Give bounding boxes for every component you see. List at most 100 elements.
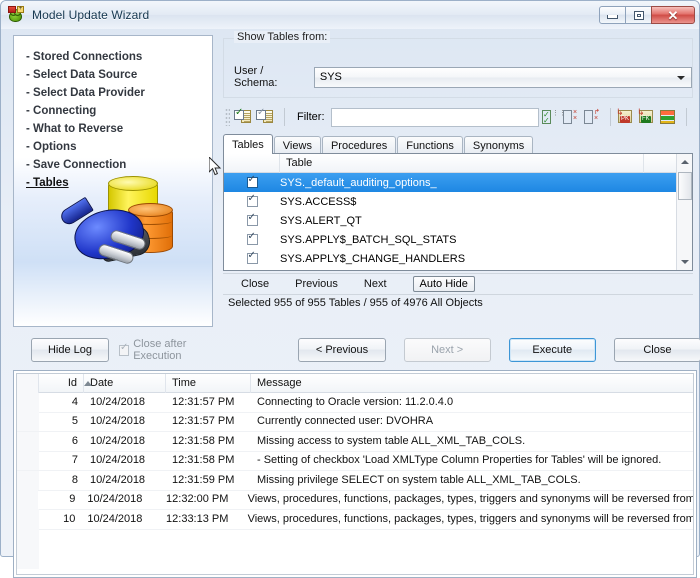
tab-tables[interactable]: Tables: [223, 134, 273, 154]
table-row[interactable]: SYS._default_auditing_options_: [224, 173, 692, 192]
log-row[interactable]: 5 10/24/2018 12:31:57 PM Currently conne…: [17, 412, 693, 432]
wizard-action-bar: Hide Log Close after Execution < Previou…: [9, 332, 700, 368]
log-row-time: 12:31:58 PM: [172, 454, 235, 467]
dock-previous-link[interactable]: Previous: [295, 278, 338, 290]
previous-button[interactable]: < Previous: [298, 338, 386, 362]
caret-down-icon: [681, 260, 689, 264]
wizard-top-section: - Stored Connections - Select Data Sourc…: [9, 31, 700, 330]
row-checkbox-cell[interactable]: [224, 231, 280, 245]
row-checkbox[interactable]: [246, 231, 258, 245]
table-row[interactable]: SYS.ACCESS$: [224, 192, 692, 211]
column-header-table[interactable]: Table: [280, 153, 644, 173]
log-row-gutter: [17, 509, 39, 570]
log-row-date: 10/24/2018: [90, 473, 146, 486]
close-after-execution-label: Close after Execution: [133, 338, 187, 362]
invert-selection-icon[interactable]: ↱ ×: [583, 108, 601, 126]
log-header-message[interactable]: Message: [251, 374, 693, 393]
log-row[interactable]: 7 10/24/2018 12:31:58 PM - Setting of ch…: [17, 451, 693, 471]
log-row[interactable]: 6 10/24/2018 12:31:58 PM Missing access …: [17, 431, 693, 452]
row-checkbox[interactable]: [246, 174, 258, 188]
minimize-icon: [607, 15, 618, 19]
filter-input[interactable]: [330, 107, 539, 127]
minimize-button[interactable]: [599, 6, 626, 24]
log-row-date: 10/24/2018: [90, 454, 146, 467]
close-button[interactable]: Close: [613, 338, 700, 362]
auto-hide-button[interactable]: Auto Hide: [412, 275, 475, 292]
row-checkbox-cell[interactable]: [224, 212, 280, 226]
log-row-date: 10/24/2018: [87, 512, 143, 525]
log-row-id: 7: [71, 454, 78, 467]
log-row-id: 9: [69, 493, 76, 506]
row-checkbox-cell[interactable]: [224, 193, 280, 207]
execute-button[interactable]: Execute: [508, 338, 596, 362]
toolbar-separator-2: [610, 108, 611, 126]
frog-wizard-icon: +: [8, 6, 26, 24]
tables-list-scrollbar[interactable]: [676, 154, 692, 270]
log-row-message: Views, procedures, functions, packages, …: [247, 493, 693, 506]
maximize-button[interactable]: [625, 6, 652, 24]
log-row-message: Currently connected user: DVOHRA: [257, 415, 434, 428]
scroll-down-button[interactable]: [677, 254, 693, 270]
schema-row: User / Schema: SYS: [234, 65, 692, 89]
row-table-name: SYS.APPLY$_CHANGE_HANDLERS: [280, 252, 466, 265]
title-bar[interactable]: + Model Update Wizard ✕: [1, 1, 699, 29]
toolbar-grip[interactable]: [225, 108, 230, 126]
wizard-steps-panel: - Stored Connections - Select Data Sourc…: [13, 35, 213, 327]
table-row[interactable]: SYS.APPLY$_CHANGE_HANDLERS: [224, 249, 692, 268]
log-row-gutter: [17, 392, 39, 412]
table-row[interactable]: SYS.ALERT_QT: [224, 211, 692, 230]
log-row-id: 10: [63, 512, 76, 525]
tab-views[interactable]: Views: [273, 136, 321, 154]
primary-key-icon[interactable]: ↳ PK: [616, 108, 635, 126]
log-row[interactable]: 9 10/24/2018 12:32:00 PM Views, procedur…: [17, 490, 693, 510]
object-type-tabs: Tables Views Procedures Functions Synony…: [223, 134, 693, 154]
log-header-time[interactable]: Time: [166, 374, 251, 393]
log-row-time: 12:31:57 PM: [172, 415, 235, 428]
step-what-to-reverse: - What to Reverse: [26, 123, 124, 135]
row-checkbox[interactable]: [246, 193, 258, 207]
row-checkbox-cell[interactable]: [224, 250, 280, 264]
column-header-checkbox[interactable]: [224, 153, 280, 173]
uncheck-selected-icon[interactable]: [256, 107, 274, 126]
log-row-empty: [17, 509, 693, 570]
table-row[interactable]: SYS.APPLY$_BATCH_SQL_STATS: [224, 230, 692, 249]
scroll-up-button[interactable]: [677, 154, 693, 170]
row-checkbox[interactable]: [246, 250, 258, 264]
schema-combobox[interactable]: SYS: [313, 66, 692, 88]
database-plug-icon: [56, 176, 174, 266]
log-row[interactable]: 10 10/24/2018 12:33:13 PM Views, procedu…: [17, 509, 693, 530]
client-area: - Stored Connections - Select Data Sourc…: [5, 29, 700, 578]
log-header-date[interactable]: Date: [84, 374, 166, 393]
log-row[interactable]: 4 10/24/2018 12:31:57 PM Connecting to O…: [17, 392, 693, 413]
close-window-button[interactable]: ✕: [651, 6, 695, 24]
select-all-columns-icon[interactable]: ⋮⋮: [541, 108, 566, 126]
all-keys-icon[interactable]: [659, 108, 677, 126]
tab-procedures[interactable]: Procedures: [321, 136, 397, 154]
wizard-steps-list: - Stored Connections - Select Data Sourc…: [14, 36, 212, 192]
log-row-id: 4: [71, 395, 78, 408]
tables-list-header: Table: [224, 153, 692, 173]
dock-close-link[interactable]: Close: [241, 278, 269, 290]
deselect-all-columns-icon[interactable]: × ×: [562, 108, 580, 126]
close-icon: ✕: [667, 7, 679, 23]
row-checkbox[interactable]: [246, 212, 258, 226]
close-after-execution-checkbox[interactable]: Close after Execution: [118, 338, 228, 362]
show-tables-legend: Show Tables from:: [234, 31, 331, 43]
log-row-time: 12:31:57 PM: [172, 395, 235, 408]
tab-functions[interactable]: Functions: [397, 136, 463, 154]
log-row[interactable]: 8 10/24/2018 12:31:59 PM Missing privile…: [17, 470, 693, 491]
model-update-wizard-window: + Model Update Wizard ✕ - Stored Connect…: [0, 0, 700, 578]
foreign-key-icon[interactable]: ↳ FK: [637, 108, 656, 126]
scrollbar-thumb[interactable]: [678, 172, 692, 200]
log-header-id[interactable]: Id: [39, 374, 92, 393]
check-selected-icon[interactable]: [234, 107, 252, 126]
dock-next-link[interactable]: Next: [364, 278, 387, 290]
sort-ascending-icon: [84, 380, 92, 386]
panel-dock-row: Close Previous Next Auto Hide: [223, 273, 693, 293]
tab-synonyms[interactable]: Synonyms: [463, 136, 534, 154]
tables-list: Table SYS._default_auditing_options_ SYS…: [223, 153, 693, 271]
toolbar-separator: [284, 108, 285, 126]
log-row-message: - Setting of checkbox 'Load XMLType Colu…: [257, 454, 662, 467]
row-checkbox-cell[interactable]: [224, 174, 280, 188]
hide-log-button[interactable]: Hide Log: [31, 338, 109, 362]
